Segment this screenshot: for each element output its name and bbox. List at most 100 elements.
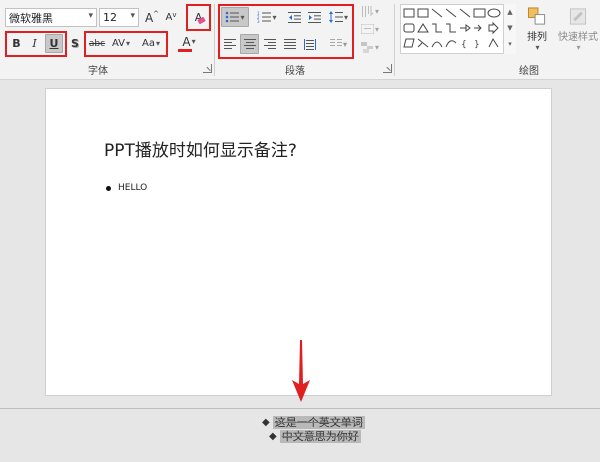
font-name-select[interactable]: 微软雅黑 ▾ <box>5 8 97 27</box>
italic-button[interactable]: I <box>26 34 43 53</box>
numbered-list-icon: 123 <box>257 11 272 23</box>
text-direction-button[interactable]: ▾ <box>358 3 382 19</box>
font-color-icon: A <box>182 34 191 49</box>
bullet-dot <box>106 185 111 191</box>
note-text: 中文意思为你好 <box>279 430 361 443</box>
chevron-down-icon: ▾ <box>191 37 196 46</box>
align-center-icon <box>243 39 256 49</box>
font-size-select[interactable]: 12 ▾ <box>99 8 139 27</box>
paragraph-dialog-launcher[interactable] <box>383 64 392 73</box>
arrange-button[interactable]: 排列 ▾ <box>520 3 554 53</box>
group-separator <box>214 4 215 76</box>
decrease-indent-icon <box>287 11 301 23</box>
character-spacing-icon: AV <box>111 38 126 49</box>
grow-font-button[interactable]: A ^ <box>143 8 161 27</box>
scroll-down-icon[interactable]: ▼ <box>504 20 516 36</box>
bold-button[interactable]: B <box>8 34 25 53</box>
columns-icon <box>329 39 342 46</box>
chevron-down-icon: ▾ <box>342 39 347 49</box>
ribbon: 微软雅黑 ▾ 12 ▾ A ^ Av A B I U S abc AV ▾ Aa ▾ … <box>0 0 600 80</box>
font-group-label: 字体 <box>88 66 108 77</box>
text-shadow-icon: S <box>71 37 79 50</box>
character-spacing-button[interactable]: AV ▾ <box>107 34 135 53</box>
font-color-swatch <box>177 48 192 52</box>
justify-icon <box>284 39 296 49</box>
shapes-gallery-icons: { } <box>403 8 501 50</box>
increase-indent-button[interactable] <box>305 7 323 27</box>
convert-smartart-button[interactable]: ▾ <box>358 39 382 55</box>
italic-icon: I <box>32 37 37 50</box>
diamond-bullet-icon: ◆ <box>262 417 270 428</box>
chevron-down-icon: ▾ <box>343 12 348 22</box>
note-line[interactable]: ◆ 这是一个英文单词 <box>262 416 365 429</box>
font-dialog-launcher[interactable] <box>203 64 212 73</box>
chevron-down-icon: ▾ <box>374 42 379 52</box>
chevron-down-icon: ▾ <box>126 39 131 48</box>
align-center-button[interactable] <box>240 34 259 54</box>
quick-styles-button[interactable]: 快速样式 ▾ <box>556 3 600 53</box>
drawing-group-label: 绘图 <box>519 66 539 77</box>
chevron-down-icon: ▾ <box>88 11 93 21</box>
scroll-up-icon[interactable]: ▲ <box>504 4 516 20</box>
underline-button[interactable]: U <box>45 34 63 53</box>
change-case-icon: Aa <box>142 38 155 49</box>
columns-button[interactable]: ▾ <box>326 34 351 54</box>
change-case-button[interactable]: Aa ▾ <box>137 34 165 53</box>
chevron-down-icon: ▾ <box>155 39 160 48</box>
note-line[interactable]: ◆ 中文意思为你好 <box>269 430 361 443</box>
line-spacing-icon <box>328 11 343 23</box>
quick-styles-icon <box>569 8 587 25</box>
font-color-button[interactable]: A ▾ <box>174 32 204 54</box>
align-text-icon <box>360 24 374 34</box>
underline-icon: U <box>49 37 59 50</box>
smartart-icon <box>360 41 373 53</box>
grow-font-icon: A <box>144 10 154 25</box>
svg-text:3: 3 <box>257 19 260 23</box>
chevron-down-icon: ▾ <box>374 6 379 16</box>
arrange-label: 排列 <box>527 32 547 43</box>
chevron-down-icon: ▾ <box>240 12 245 22</box>
shapes-gallery-scroll[interactable]: ▲ ▼ ▾ <box>503 4 516 54</box>
justify-button[interactable] <box>281 34 299 54</box>
decrease-indent-button[interactable] <box>285 7 303 27</box>
align-left-icon <box>224 39 236 49</box>
bullet-item[interactable]: HELLO <box>106 183 147 193</box>
group-separator <box>394 4 395 76</box>
align-right-button[interactable] <box>261 34 279 54</box>
chevron-down-icon: ▾ <box>576 43 581 52</box>
arrange-icon <box>527 7 546 25</box>
chevron-down-icon: ▾ <box>272 12 277 22</box>
distributed-button[interactable] <box>301 34 319 54</box>
slide-title[interactable]: PPT播放时如何显示备注? <box>104 136 297 161</box>
notes-pane[interactable]: ◆ 这是一个英文单词 ◆ 中文意思为你好 <box>0 409 600 462</box>
align-left-button[interactable] <box>221 34 239 54</box>
shadow-button[interactable]: S <box>68 34 82 53</box>
strikethrough-icon: abc <box>88 38 106 49</box>
bullet-text: HELLO <box>118 183 148 193</box>
text-direction-icon <box>361 5 374 17</box>
gallery-expand-icon[interactable]: ▾ <box>504 36 516 52</box>
line-spacing-button[interactable]: ▾ <box>326 7 351 27</box>
paragraph-group-label: 段落 <box>285 66 305 77</box>
bold-icon: B <box>12 37 21 50</box>
shrink-font-button[interactable]: Av <box>162 8 180 27</box>
bullets-button[interactable]: ▾ <box>221 7 249 27</box>
align-text-button[interactable]: ▾ <box>358 21 382 37</box>
diamond-bullet-icon: ◆ <box>269 431 277 442</box>
align-right-icon <box>264 39 276 49</box>
strikethrough-button[interactable]: abc <box>87 34 107 53</box>
increase-indent-icon <box>307 11 321 23</box>
svg-text:{: { <box>461 40 467 50</box>
note-text: 这是一个英文单词 <box>272 416 365 429</box>
clear-formatting-button[interactable]: A <box>189 7 208 28</box>
numbering-button[interactable]: 123 ▾ <box>253 7 281 27</box>
shapes-gallery[interactable]: { } <box>400 4 516 54</box>
chevron-down-icon: ▾ <box>130 11 135 21</box>
font-name-value: 微软雅黑 <box>9 11 53 25</box>
chevron-down-icon: ▾ <box>374 24 379 34</box>
font-size-value: 12 <box>103 11 117 24</box>
chevron-down-icon: ▾ <box>535 43 540 52</box>
annotation-arrow <box>292 340 310 402</box>
quick-styles-label: 快速样式 <box>558 32 598 43</box>
bullet-list-icon <box>226 11 240 23</box>
